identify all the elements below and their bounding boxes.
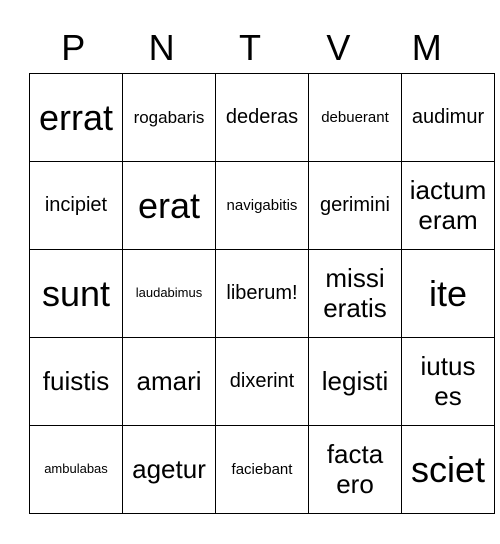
bingo-cell[interactable]: fuistis: [29, 337, 123, 426]
bingo-cell[interactable]: faciebant: [215, 425, 309, 514]
grid-row: sunt laudabimus liberum! missi eratis it…: [29, 249, 495, 338]
header-letter-t: T: [238, 27, 261, 68]
bingo-grid: errat rogabaris dederas debuerant audimu…: [29, 73, 495, 514]
bingo-cell[interactable]: gerimini: [308, 161, 402, 250]
bingo-cell[interactable]: incipiet: [29, 161, 123, 250]
bingo-cell[interactable]: erat: [122, 161, 216, 250]
bingo-cell[interactable]: ite: [401, 249, 495, 338]
bingo-cell[interactable]: errat: [29, 73, 123, 162]
bingo-cell[interactable]: sciet: [401, 425, 495, 514]
header-letter-v: V: [326, 27, 351, 68]
bingo-cell[interactable]: debuerant: [308, 73, 402, 162]
bingo-cell[interactable]: facta ero: [308, 425, 402, 514]
bingo-cell[interactable]: ambulabas: [29, 425, 123, 514]
bingo-cell[interactable]: iutus es: [401, 337, 495, 426]
bingo-cell[interactable]: legisti: [308, 337, 402, 426]
grid-row: incipiet erat navigabitis gerimini iactu…: [29, 161, 495, 250]
bingo-cell[interactable]: liberum!: [215, 249, 309, 338]
bingo-header: P N T V M: [29, 24, 471, 72]
bingo-cell[interactable]: agetur: [122, 425, 216, 514]
bingo-cell[interactable]: iactum eram: [401, 161, 495, 250]
bingo-cell[interactable]: dixerint: [215, 337, 309, 426]
grid-row: ambulabas agetur faciebant facta ero sci…: [29, 425, 495, 514]
bingo-cell[interactable]: sunt: [29, 249, 123, 338]
bingo-cell[interactable]: rogabaris: [122, 73, 216, 162]
grid-row: fuistis amari dixerint legisti iutus es: [29, 337, 495, 426]
bingo-cell[interactable]: audimur: [401, 73, 495, 162]
bingo-cell[interactable]: laudabimus: [122, 249, 216, 338]
grid-row: errat rogabaris dederas debuerant audimu…: [29, 73, 495, 162]
header-letter-p: P: [61, 27, 86, 68]
bingo-cell[interactable]: missi eratis: [308, 249, 402, 338]
header-letter-m: M: [411, 27, 442, 68]
header-letter-n: N: [148, 27, 175, 68]
bingo-cell[interactable]: dederas: [215, 73, 309, 162]
bingo-cell[interactable]: amari: [122, 337, 216, 426]
bingo-cell[interactable]: navigabitis: [215, 161, 309, 250]
